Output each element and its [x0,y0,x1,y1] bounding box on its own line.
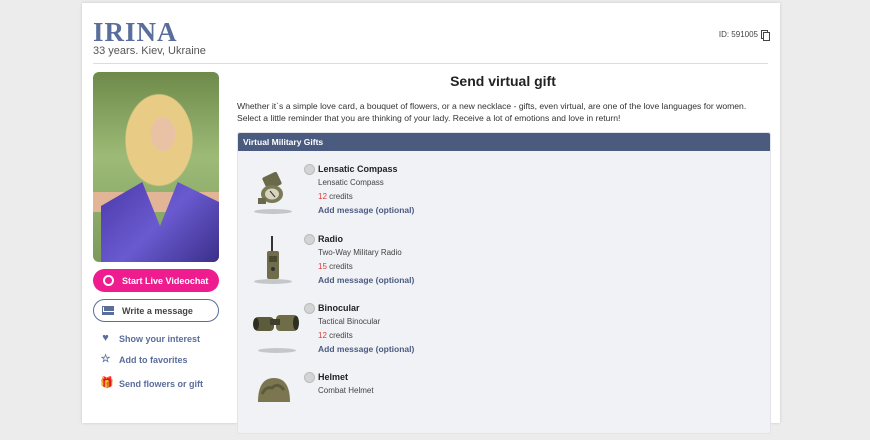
gift-name: Binocular [318,303,360,313]
profile-id[interactable]: ID: 591005 [718,30,770,41]
gift-item-binocular[interactable]: Binocular Tactical Binocular 12 credits … [252,303,512,371]
radio-shadow [254,279,292,284]
add-message-link[interactable]: Add message (optional) [318,205,414,215]
section-header: Virtual Military Gifts [238,133,770,151]
heart-icon: ♥ [102,332,109,344]
add-message-link[interactable]: Add message (optional) [318,275,414,285]
add-favorites-label: Add to favorites [119,354,188,365]
gift-credits: 12 [318,331,327,340]
gift-radio[interactable] [304,303,315,314]
show-interest-link[interactable]: ♥ Show your interest [100,333,200,344]
radio-icon [252,234,296,284]
compass-shadow [254,209,292,214]
gift-credits-label: credits [329,331,353,340]
add-favorites-link[interactable]: ☆ Add to favorites [100,354,188,365]
show-interest-label: Show your interest [119,333,201,344]
binocular-icon [252,303,299,353]
gift-description: Tactical Binocular [318,317,381,326]
gift-description: Two-Way Military Radio [318,248,402,257]
add-message-link[interactable]: Add message (optional) [318,344,414,354]
gift-icon: 🎁 [100,377,114,389]
profile-name: IRINA [93,17,178,47]
compass-icon [252,164,296,214]
gift-credits: 12 [318,192,327,201]
star-icon: ☆ [100,353,111,365]
profile-subtitle: 33 years. Kiev, Ukraine [93,45,206,57]
gift-name: Helmet [318,372,349,382]
gift-item-radio[interactable]: Radio Two-Way Military Radio 15 credits … [252,234,512,302]
profile-id-label: ID: 591005 [718,30,758,39]
gift-cost: 12 credits [318,192,353,201]
gift-radio[interactable] [304,372,315,383]
gift-description: Lensatic Compass [318,178,384,187]
gift-description: Combat Helmet [318,386,374,395]
gift-credits-label: credits [329,262,353,271]
page-title: Send virtual gift [450,73,556,89]
gift-name: Lensatic Compass [318,164,398,174]
profile-photo[interactable] [93,72,219,262]
gift-credits-label: credits [329,192,353,201]
helmet-icon [252,372,296,422]
send-gift-link[interactable]: 🎁 Send flowers or gift [100,378,203,389]
send-gift-label: Send flowers or gift [119,378,204,389]
profile-card: IRINA 33 years. Kiev, Ukraine ID: 591005… [82,3,780,434]
envelope-icon [102,306,114,315]
copy-icon[interactable] [761,30,770,41]
gift-credits: 15 [318,262,327,271]
gift-radio[interactable] [304,164,315,175]
write-message-label: Write a message [122,305,193,316]
gift-cost: 12 credits [318,331,353,340]
photo-dress [101,182,219,262]
binocular-shadow [258,348,296,353]
write-message-button[interactable]: Write a message [93,299,219,322]
gift-item-helmet[interactable]: Helmet Combat Helmet [252,372,512,440]
camera-icon [103,275,114,286]
gift-item-compass[interactable]: Lensatic Compass Lensatic Compass 12 cre… [252,164,512,232]
gift-cost: 15 credits [318,262,353,271]
start-videochat-button[interactable]: Start Live Videochat [93,269,219,292]
intro-text: Whether it`s a simple love card, a bouqu… [237,101,747,123]
gift-name: Radio [318,234,344,244]
start-videochat-label: Start Live Videochat [122,275,209,286]
divider [93,63,768,64]
gift-radio[interactable] [304,234,315,245]
